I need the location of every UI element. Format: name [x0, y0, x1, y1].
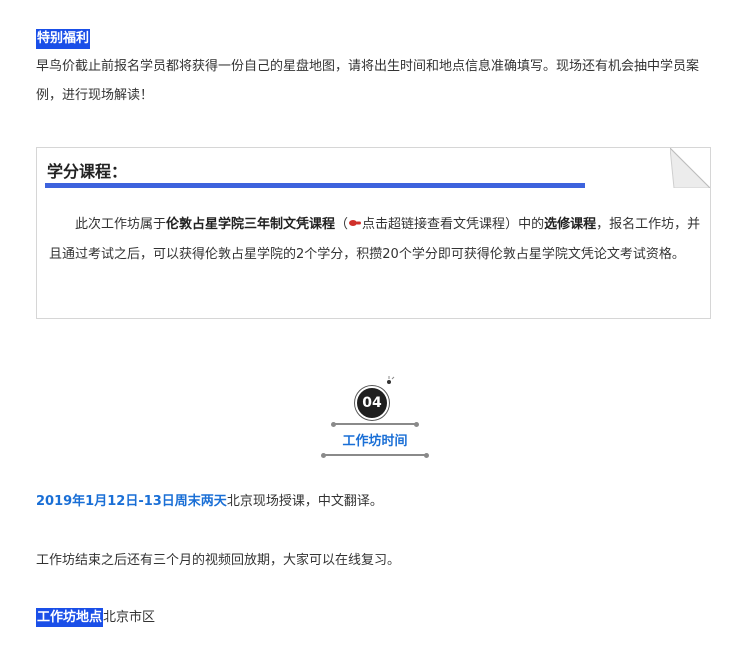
- schedule-date: 2019年1月12日-13日周末两天: [36, 494, 227, 509]
- elective-label: 选修课程: [544, 217, 597, 232]
- header-divider-bottom: [323, 454, 427, 456]
- paren-close: ）中的: [505, 217, 545, 232]
- section-title: 工作坊时间: [342, 434, 408, 449]
- credit-body: 此次工作坊属于伦敦占星学院三年制文凭课程（ 点击超链接查看文凭课程）中的选修课程，…: [49, 210, 704, 270]
- pointing-hand-icon: [348, 210, 362, 240]
- location-tag: 工作坊地点: [36, 608, 104, 627]
- page-curl-icon: [670, 148, 710, 188]
- credit-body-prefix: 此次工作坊属于: [75, 217, 167, 232]
- divider-dot: [331, 421, 336, 427]
- header-divider-top: [335, 423, 415, 425]
- schedule-detail: 北京现场授课，中文翻译。: [226, 494, 383, 509]
- divider-dot: [424, 452, 429, 458]
- title-underline-bar: [45, 183, 585, 188]
- section-number-badge: 04: [355, 386, 389, 420]
- paren-open: （: [335, 217, 349, 232]
- benefit-tag: 特别福利: [36, 29, 91, 49]
- credit-course-box: 学分课程： 此次工作坊属于伦敦占星学院三年制文凭课程（ 点击超链接查看文凭课程）中…: [36, 147, 711, 319]
- credit-title: 学分课程：: [47, 162, 128, 181]
- divider-dot: [414, 421, 419, 427]
- divider-dot: [321, 452, 326, 458]
- replay-text: 工作坊结束之后还有三个月的视频回放期，大家可以在线复习。: [36, 553, 401, 568]
- location-value: 北京市区: [103, 610, 156, 625]
- benefit-text: 早鸟价截止前报名学员都将获得一份自己的星盘地图，请将出生时间和地点信息准确填写。…: [36, 59, 700, 103]
- section-header: 04 工作坊时间: [321, 376, 429, 466]
- link-hint: 点击超链接查看文凭课程: [362, 217, 506, 232]
- schedule-line: 2019年1月12日-13日周末两天北京现场授课，中文翻译。: [36, 487, 383, 516]
- location-line: 工作坊地点北京市区: [36, 608, 155, 628]
- course-link[interactable]: 伦敦占星学院三年制文凭课程: [166, 217, 335, 232]
- spark-icon: [387, 376, 395, 384]
